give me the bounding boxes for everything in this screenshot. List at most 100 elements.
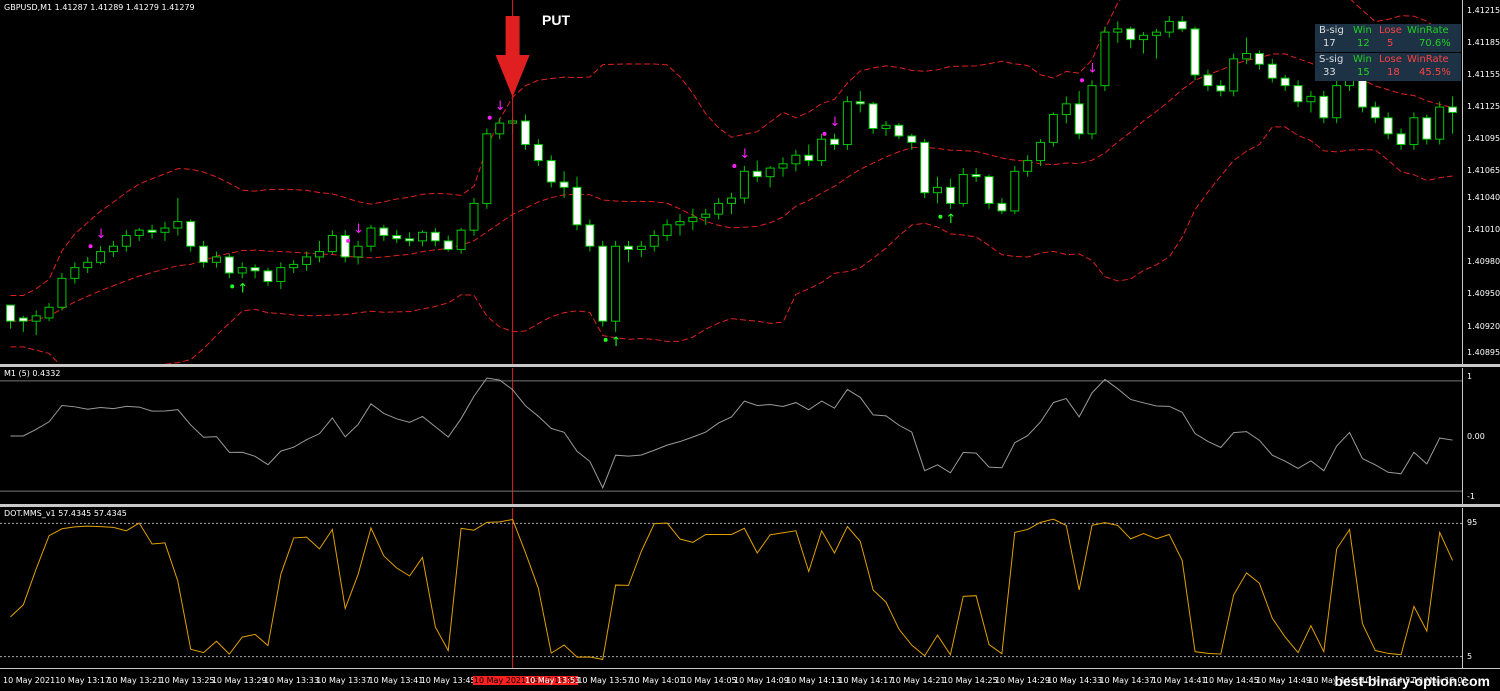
oscillator-1-chart[interactable] — [0, 368, 1462, 504]
oscillator-2-chart[interactable] — [0, 508, 1462, 668]
sell-dot — [732, 163, 737, 168]
time-tick: 10 May 14:13 — [786, 676, 842, 685]
oscillator-1-pane[interactable]: M1 (5) 0.4332 — [0, 368, 1462, 504]
buy-rate-label: WinRate — [1407, 25, 1449, 36]
price-tick: 1.41125 — [1467, 102, 1500, 112]
put-label: PUT — [542, 12, 570, 28]
bull-candle — [70, 267, 80, 279]
price-chart-pane[interactable]: ↓ ↓ ↓ ↓ ↓ ↓ ↑ ↑ ↑ GBPUSD,M1 1.41287 1.41289 1.41… — [0, 0, 1462, 364]
sell-sig-label: S-sig — [1319, 54, 1344, 65]
sell-dot — [88, 244, 93, 249]
pane-divider[interactable] — [0, 504, 1500, 507]
bear-candle — [1203, 74, 1213, 87]
time-axis: 10 May 2021 10 May 13:17 10 May 13:21 10 Ma… — [0, 668, 1500, 691]
bear-candle — [199, 245, 209, 263]
time-tick: 10 May 13:45 — [420, 676, 476, 685]
buy-sig-label: B-sig — [1319, 25, 1344, 36]
symbol-header: GBPUSD,M1 1.41287 1.41289 1.41279 1.4127… — [4, 3, 195, 12]
bull-candle — [237, 267, 247, 274]
sell-dot — [346, 238, 351, 243]
watermark: best-binary-option.com — [1334, 673, 1490, 689]
bull-candle — [1164, 20, 1174, 33]
bull-candle — [649, 235, 659, 247]
bear-candle — [18, 317, 28, 322]
bear-candle — [263, 270, 273, 283]
bull-candle — [1048, 114, 1058, 143]
bull-candle — [778, 163, 788, 169]
time-tick: 10 May 14:49 — [1256, 676, 1311, 685]
bull-candle — [456, 229, 466, 250]
bear-candle — [533, 144, 543, 162]
bull-candle — [366, 227, 376, 247]
sell-arrow-icon: ↓ — [495, 99, 506, 114]
oscillator-2-line — [10, 518, 1454, 660]
time-tick: 10 May 14:33 — [1047, 676, 1103, 685]
bear-candle — [585, 224, 595, 247]
bull-candle — [611, 245, 621, 322]
buy-win-value: 12 — [1357, 38, 1370, 49]
bear-candle — [1383, 117, 1393, 135]
bull-candle — [662, 224, 672, 237]
bear-candle — [250, 267, 260, 272]
bull-candle — [1229, 58, 1239, 92]
price-chart[interactable]: ↓ ↓ ↓ ↓ ↓ ↓ ↑ ↑ ↑ — [0, 0, 1462, 364]
pane-divider[interactable] — [0, 364, 1500, 367]
bull-candle — [83, 261, 93, 269]
sell-lose-value: 18 — [1387, 67, 1400, 78]
bull-candle — [173, 221, 183, 229]
bear-candle — [1370, 106, 1380, 119]
bear-candle — [1319, 95, 1329, 119]
price-tick: 1.41215 — [1467, 5, 1500, 15]
sell-dot — [1080, 78, 1085, 83]
time-tick: 10 May 13:41 — [368, 676, 424, 685]
bull-candle — [881, 124, 891, 129]
bear-candle — [804, 154, 814, 162]
bear-candle — [945, 186, 955, 204]
bull-candle — [701, 213, 711, 218]
bull-candle — [933, 186, 943, 194]
bull-candle — [727, 197, 736, 204]
bull-candle — [314, 251, 324, 258]
bear-candle — [598, 245, 608, 322]
bull-candle — [469, 202, 479, 231]
bear-candle — [224, 256, 234, 274]
middle-band — [10, 53, 1453, 322]
bull-candle — [688, 216, 698, 223]
bull-candle — [134, 229, 144, 237]
oscillator-2-tick: 5 — [1467, 651, 1473, 661]
oscillator-1-tick: 1 — [1467, 372, 1473, 381]
bull-candle — [327, 235, 337, 253]
bull-candle — [1036, 141, 1046, 162]
upper-band — [10, 0, 1453, 296]
price-tick: 1.41155 — [1467, 69, 1500, 79]
bull-candle — [636, 245, 646, 250]
time-tick: 10 May 13:21 — [107, 676, 163, 685]
bear-candle — [1448, 106, 1458, 113]
bear-candle — [1177, 20, 1187, 30]
bear-candle — [623, 245, 633, 250]
oscillator-1-axis: 1 0.00 -1 — [1462, 368, 1500, 504]
bull-candle — [1306, 95, 1316, 103]
bull-candle — [31, 315, 41, 322]
sell-arrow-icon: ↓ — [96, 227, 107, 242]
bear-candle — [520, 120, 530, 146]
buy-dot — [938, 214, 943, 219]
bear-candle — [147, 229, 157, 233]
time-tick: 10 May 14:37 — [1099, 676, 1155, 685]
bear-candle — [430, 231, 440, 242]
bear-candle — [392, 235, 402, 240]
time-tick: 10 May 14:29 — [995, 676, 1050, 685]
time-tick: 10 May 13:37 — [316, 676, 372, 685]
bear-candle — [920, 141, 930, 194]
bull-candle — [1409, 117, 1419, 146]
oscillator-1-line — [10, 377, 1453, 490]
bull-candle — [675, 221, 685, 226]
oscillator-2-pane[interactable]: DOT.MMS_v1 57.4345 57.4345 — [0, 508, 1462, 668]
buy-dot — [603, 337, 608, 342]
time-tick: 10 May 13:57 — [577, 676, 633, 685]
bull-candle — [1010, 170, 1020, 212]
bear-candle — [1396, 133, 1406, 146]
bull-candle — [1087, 85, 1097, 135]
sell-arrow-icon: ↓ — [739, 147, 750, 162]
put-arrow-icon — [495, 16, 530, 97]
